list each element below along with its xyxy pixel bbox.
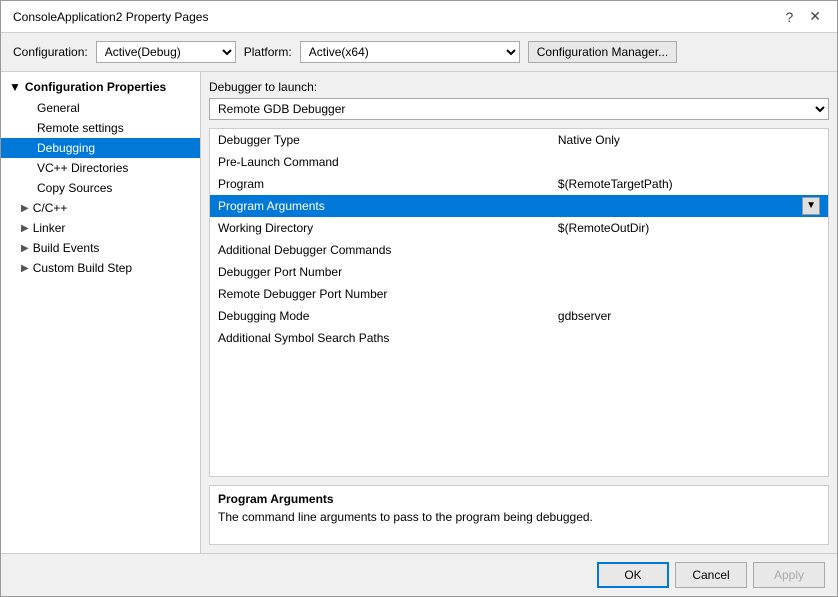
sidebar-item-debugging[interactable]: Debugging (1, 138, 200, 158)
tree-root: ▼ Configuration Properties (1, 76, 200, 98)
prop-value-program-args: ▼ (550, 195, 828, 217)
ok-button[interactable]: OK (597, 562, 669, 588)
prop-name-working-dir: Working Directory (210, 217, 550, 239)
prop-name-additional-debugger: Additional Debugger Commands (210, 239, 550, 261)
left-panel: ▼ Configuration Properties General Remot… (1, 72, 201, 553)
help-button[interactable]: ? (781, 8, 797, 25)
sidebar-item-remote-settings[interactable]: Remote settings (1, 118, 200, 138)
prop-value-additional-debugger (550, 239, 828, 261)
cpp-label: C/C++ (33, 201, 68, 215)
sidebar-item-copy-sources[interactable]: Copy Sources (1, 178, 200, 198)
linker-arrow-icon: ▶ (21, 223, 29, 234)
prop-name-program: Program (210, 173, 550, 195)
title-bar: ConsoleApplication2 Property Pages ? ✕ (1, 1, 837, 33)
prop-value-debugger-port (550, 261, 828, 283)
sidebar-item-build-events[interactable]: ▶ Build Events (1, 238, 200, 258)
table-row[interactable]: Pre-Launch Command (210, 151, 828, 173)
custom-build-label: Custom Build Step (33, 261, 132, 275)
sidebar-item-vcpp-dirs[interactable]: VC++ Directories (1, 158, 200, 178)
config-manager-button[interactable]: Configuration Manager... (528, 41, 677, 63)
table-row[interactable]: Working Directory $(RemoteOutDir) (210, 217, 828, 239)
debugger-label: Debugger to launch: (209, 80, 829, 94)
tree-collapse-icon: ▼ (9, 80, 21, 94)
properties-table-wrapper: Debugger Type Native Only Pre-Launch Com… (209, 128, 829, 477)
prop-name-program-args: Program Arguments (210, 195, 550, 217)
description-box: Program Arguments The command line argum… (209, 485, 829, 545)
custom-build-arrow-icon: ▶ (21, 263, 29, 274)
prop-value-pre-launch (550, 151, 828, 173)
title-bar-controls: ? ✕ (781, 8, 825, 25)
prop-name-debugger-port: Debugger Port Number (210, 261, 550, 283)
table-row[interactable]: Debugging Mode gdbserver (210, 305, 828, 327)
table-row[interactable]: Debugger Type Native Only (210, 129, 828, 151)
prop-value-debugging-mode: gdbserver (550, 305, 828, 327)
build-events-arrow-icon: ▶ (21, 243, 29, 254)
linker-label: Linker (33, 221, 66, 235)
prop-value-working-dir: $(RemoteOutDir) (550, 217, 828, 239)
table-row-selected[interactable]: Program Arguments ▼ (210, 195, 828, 217)
platform-select[interactable]: Active(x64) (300, 41, 520, 63)
prop-name-debugger-type: Debugger Type (210, 129, 550, 151)
cpp-arrow-icon: ▶ (21, 203, 29, 214)
debugger-select[interactable]: Remote GDB Debugger (209, 98, 829, 120)
toolbar: Configuration: Active(Debug) Platform: A… (1, 33, 837, 72)
right-panel: Debugger to launch: Remote GDB Debugger … (201, 72, 837, 553)
close-button[interactable]: ✕ (805, 8, 825, 25)
cancel-button[interactable]: Cancel (675, 562, 747, 588)
prop-name-pre-launch: Pre-Launch Command (210, 151, 550, 173)
tree-root-label: Configuration Properties (25, 80, 166, 94)
sidebar-item-linker[interactable]: ▶ Linker (1, 218, 200, 238)
prop-value-debugger-type: Native Only (550, 129, 828, 151)
prop-name-debugging-mode: Debugging Mode (210, 305, 550, 327)
prop-value-program: $(RemoteTargetPath) (550, 173, 828, 195)
properties-table: Debugger Type Native Only Pre-Launch Com… (210, 129, 828, 349)
table-row[interactable]: Additional Debugger Commands (210, 239, 828, 261)
prop-value-remote-debugger-port (550, 283, 828, 305)
table-row[interactable]: Additional Symbol Search Paths (210, 327, 828, 349)
prop-name-remote-debugger-port: Remote Debugger Port Number (210, 283, 550, 305)
table-row[interactable]: Program $(RemoteTargetPath) (210, 173, 828, 195)
build-events-label: Build Events (33, 241, 100, 255)
expand-value-button[interactable]: ▼ (802, 197, 820, 215)
prop-value-symbol-search (550, 327, 828, 349)
property-pages-dialog: ConsoleApplication2 Property Pages ? ✕ C… (0, 0, 838, 597)
platform-label: Platform: (244, 45, 292, 59)
sidebar-item-general[interactable]: General (1, 98, 200, 118)
table-row[interactable]: Debugger Port Number (210, 261, 828, 283)
config-label: Configuration: (13, 45, 88, 59)
bottom-bar: OK Cancel Apply (1, 553, 837, 596)
sidebar-item-cpp[interactable]: ▶ C/C++ (1, 198, 200, 218)
debugger-dropdown: Remote GDB Debugger (209, 98, 829, 120)
description-text: The command line arguments to pass to th… (218, 510, 820, 524)
table-row[interactable]: Remote Debugger Port Number (210, 283, 828, 305)
content-area: ▼ Configuration Properties General Remot… (1, 72, 837, 553)
description-title: Program Arguments (218, 492, 820, 506)
prop-name-symbol-search: Additional Symbol Search Paths (210, 327, 550, 349)
sidebar-item-custom-build[interactable]: ▶ Custom Build Step (1, 258, 200, 278)
configuration-select[interactable]: Active(Debug) (96, 41, 236, 63)
apply-button[interactable]: Apply (753, 562, 825, 588)
dialog-title: ConsoleApplication2 Property Pages (13, 10, 208, 24)
